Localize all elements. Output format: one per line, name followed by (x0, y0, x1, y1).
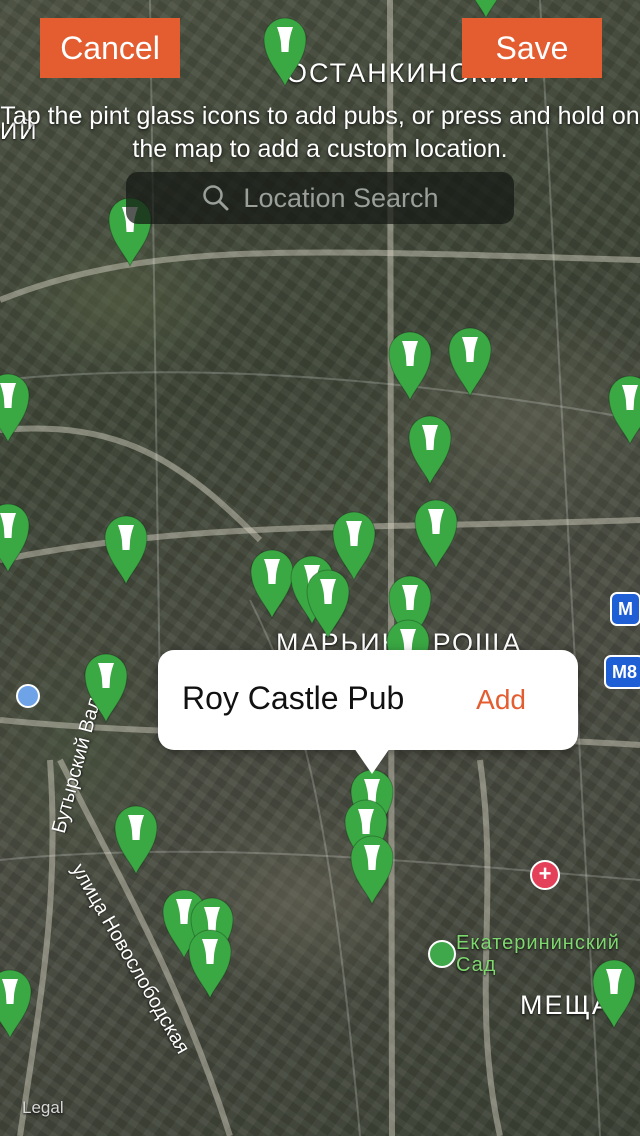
pub-marker-pint-glass-icon[interactable] (103, 514, 149, 586)
save-button[interactable]: Save (462, 18, 602, 78)
pub-marker-pint-glass-icon[interactable] (387, 330, 433, 402)
metro-icon (16, 684, 40, 708)
pub-marker-pint-glass-icon[interactable] (187, 928, 233, 1000)
pub-marker-pint-glass-icon[interactable] (607, 374, 640, 446)
location-search-bar[interactable]: Location Search (126, 172, 514, 224)
highway-badge: M (610, 592, 640, 626)
park-icon (428, 940, 456, 968)
pub-marker-pint-glass-icon[interactable] (413, 498, 459, 570)
pub-marker-pint-glass-icon[interactable] (262, 16, 308, 88)
pub-marker-pint-glass-icon[interactable] (463, 0, 509, 20)
highway-badge: M8 (604, 655, 640, 689)
legal-link[interactable]: Legal (22, 1098, 64, 1118)
pub-marker-pint-glass-icon[interactable] (305, 568, 351, 640)
hospital-icon: + (530, 860, 560, 890)
pub-marker-pint-glass-icon[interactable] (113, 804, 159, 876)
pub-marker-pint-glass-icon[interactable] (0, 372, 31, 444)
search-icon (203, 185, 229, 211)
callout-pub-name: Roy Castle Pub (182, 680, 405, 716)
pub-marker-pint-glass-icon[interactable] (447, 326, 493, 398)
pub-marker-pint-glass-icon[interactable] (591, 958, 637, 1030)
map-view[interactable]: ИЙ ОСТАНКИНСКИЙ МАРЬИНА РОЩА МЕЩА улица … (0, 0, 640, 1136)
pub-callout: Roy Castle Pub Add (158, 650, 578, 774)
search-placeholder: Location Search (243, 182, 439, 213)
callout-pointer (354, 748, 390, 774)
add-pub-button[interactable]: Add (476, 684, 526, 716)
pub-marker-pint-glass-icon[interactable] (349, 834, 395, 906)
pub-marker-pint-glass-icon[interactable] (83, 652, 129, 724)
cancel-button[interactable]: Cancel (40, 18, 180, 78)
pub-marker-pint-glass-icon[interactable] (0, 502, 31, 574)
pub-marker-pint-glass-icon[interactable] (407, 414, 453, 486)
pub-marker-pint-glass-icon[interactable] (0, 968, 33, 1040)
instructions-text: Tap the pint glass icons to add pubs, or… (0, 102, 640, 163)
